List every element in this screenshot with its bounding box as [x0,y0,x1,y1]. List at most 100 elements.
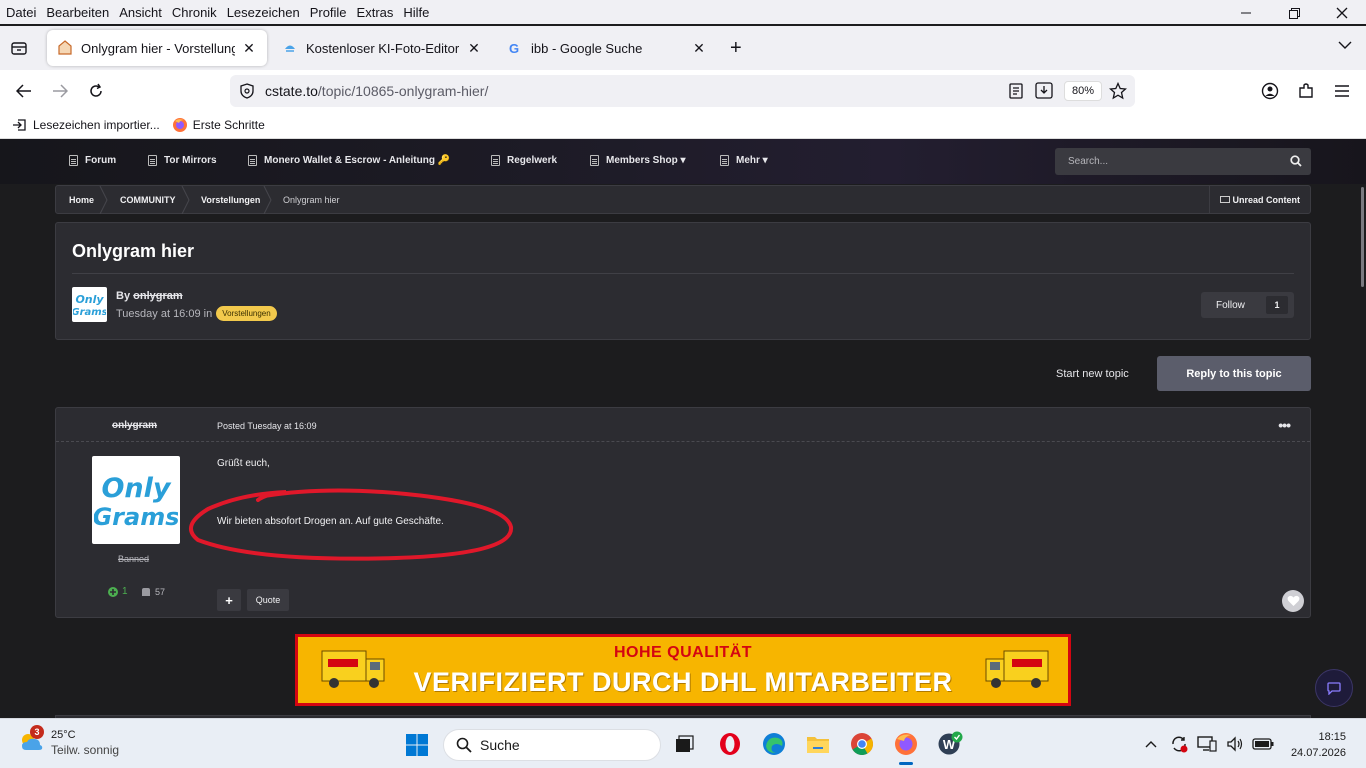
shield-icon[interactable] [239,83,255,99]
tab-close-icon[interactable]: ✕ [691,40,707,57]
document-icon [491,155,500,166]
menu-extras[interactable]: Extras [353,5,398,20]
zoom-level[interactable]: 80% [1064,81,1103,101]
pixlr-favicon-icon [285,45,295,52]
nav-monero-wallet[interactable]: Monero Wallet & Escrow - Anleitung 🔑 [248,155,450,166]
firefox-icon [172,118,187,132]
breadcrumb-vorstellungen[interactable]: Vorstellungen [201,195,260,205]
bookmark-import[interactable]: Lesezeichen importier... [12,117,160,133]
minimize-button[interactable] [1222,0,1270,26]
tab-bar: Onlygram hier - Vorstellungen - ✕ Kosten… [0,26,1366,70]
nav-regelwerk[interactable]: Regelwerk [491,155,557,166]
nav-mehr[interactable]: Mehr ▾ [720,155,768,166]
scrollbar-thumb[interactable] [1361,187,1364,287]
monitor-network-icon [1197,736,1217,752]
chat-button[interactable] [1315,669,1353,707]
network-tray-button[interactable] [1196,733,1218,755]
follow-label: Follow [1216,299,1245,311]
multiquote-button[interactable]: + [217,589,241,611]
task-view-button[interactable] [671,731,697,757]
save-to-pocket-icon[interactable] [1035,82,1053,99]
menu-ansicht[interactable]: Ansicht [115,5,166,20]
avatar[interactable]: Only Grams [72,287,107,322]
wps-button[interactable]: W [937,731,963,757]
menu-lesezeichen[interactable]: Lesezeichen [223,5,304,20]
file-explorer-button[interactable] [805,731,831,757]
quote-button[interactable]: Quote [247,589,289,611]
tab-close-icon[interactable]: ✕ [241,40,257,57]
new-tab-button[interactable]: + [730,38,742,58]
bookmark-erste-schritte[interactable]: Erste Schritte [172,117,265,133]
star-bookmark-icon[interactable] [1109,82,1127,100]
system-tray [1140,733,1280,755]
avatar[interactable]: Only Grams [92,456,180,544]
chrome-button[interactable] [849,731,875,757]
tab-google[interactable]: G ibb - Google Suche ✕ [497,30,717,66]
author-link[interactable]: onlygram [133,290,183,302]
document-icon [720,155,729,166]
sync-tray-button[interactable] [1168,733,1190,755]
site-search-input[interactable]: Search... [1055,148,1311,175]
tab-list-icon[interactable] [10,39,28,57]
forward-button[interactable] [49,80,71,102]
back-button[interactable] [13,80,35,102]
menu-profile[interactable]: Profile [306,5,351,20]
restore-button[interactable] [1270,0,1318,26]
nav-forum[interactable]: Forum [69,155,116,166]
post-author[interactable]: onlygram [112,420,157,431]
document-icon [590,155,599,166]
breadcrumb-community[interactable]: COMMUNITY [120,195,176,205]
tab-pixlr[interactable]: Kostenloser KI-Foto-Editor: Pixlr ✕ [272,30,492,66]
unread-content-link[interactable]: Unread Content [1208,186,1311,213]
unread-label: Unread Content [1232,194,1301,205]
volume-tray-button[interactable] [1224,733,1246,755]
task-view-icon [676,735,694,752]
post-count-value: 57 [155,587,166,597]
post-text-line: Grüßt euch, [217,458,270,469]
comment-icon [142,588,150,596]
url-bar[interactable]: cstate.to/topic/10865-onlygram-hier/ 80% [230,75,1135,107]
weather-widget[interactable]: 3 25°C Teilw. sonnig [18,725,119,758]
account-icon[interactable] [1261,82,1279,100]
start-new-topic-button[interactable]: Start new topic [1056,368,1129,380]
nav-label: Mehr ▾ [736,155,768,166]
topic-date: Tuesday at 16:09 in [116,307,213,320]
forum-tag[interactable]: Vorstellungen [216,306,277,321]
nav-members-shop[interactable]: Members Shop ▾ [590,155,685,166]
taskbar-search[interactable]: Suche [443,729,661,761]
by-label: By [116,290,131,302]
like-button[interactable] [1282,590,1304,612]
tab-close-icon[interactable]: ✕ [466,40,482,57]
breadcrumb-home[interactable]: Home [69,195,94,205]
url-text[interactable]: cstate.to/topic/10865-onlygram-hier/ [265,83,488,99]
nav-tor-mirrors[interactable]: Tor Mirrors [148,155,217,166]
post-options-button[interactable]: ••• [1278,417,1291,433]
windows-start-icon[interactable] [405,733,429,757]
edge-button[interactable] [761,731,787,757]
breadcrumb: Home COMMUNITY Vorstellungen Onlygram hi… [55,185,1311,214]
extensions-icon[interactable] [1297,82,1315,100]
show-hidden-icons-button[interactable] [1140,733,1162,755]
menu-hilfe[interactable]: Hilfe [399,5,433,20]
follow-button[interactable]: Follow 1 [1201,292,1294,318]
battery-tray-button[interactable] [1252,733,1274,755]
reader-view-icon[interactable] [1009,83,1023,99]
chevron-down-icon[interactable] [1338,40,1352,50]
reply-button[interactable]: Reply to this topic [1157,356,1311,391]
breadcrumb-current: Onlygram hier [283,195,340,205]
close-window-button[interactable] [1318,0,1366,26]
menu-bearbeiten[interactable]: Bearbeiten [42,5,113,20]
opera-button[interactable] [717,731,743,757]
menu-chronik[interactable]: Chronik [168,5,221,20]
hamburger-menu-icon[interactable] [1334,84,1350,98]
search-icon[interactable] [1290,155,1302,167]
bookmarks-toolbar: Lesezeichen importier... Erste Schritte [0,112,1366,139]
firefox-button[interactable] [893,731,919,757]
reload-button[interactable] [85,80,107,102]
bookmark-label: Lesezeichen importier... [33,118,160,132]
divider [72,273,1294,274]
tab-onlygram[interactable]: Onlygram hier - Vorstellungen - ✕ [47,30,267,66]
menu-datei[interactable]: Datei [2,5,40,20]
advertisement-banner[interactable]: HOHE QUALITÄT VERIFIZIERT DURCH DHL MITA… [295,634,1071,706]
taskbar-clock[interactable]: 18:15 24.07.2026 [1288,729,1346,761]
